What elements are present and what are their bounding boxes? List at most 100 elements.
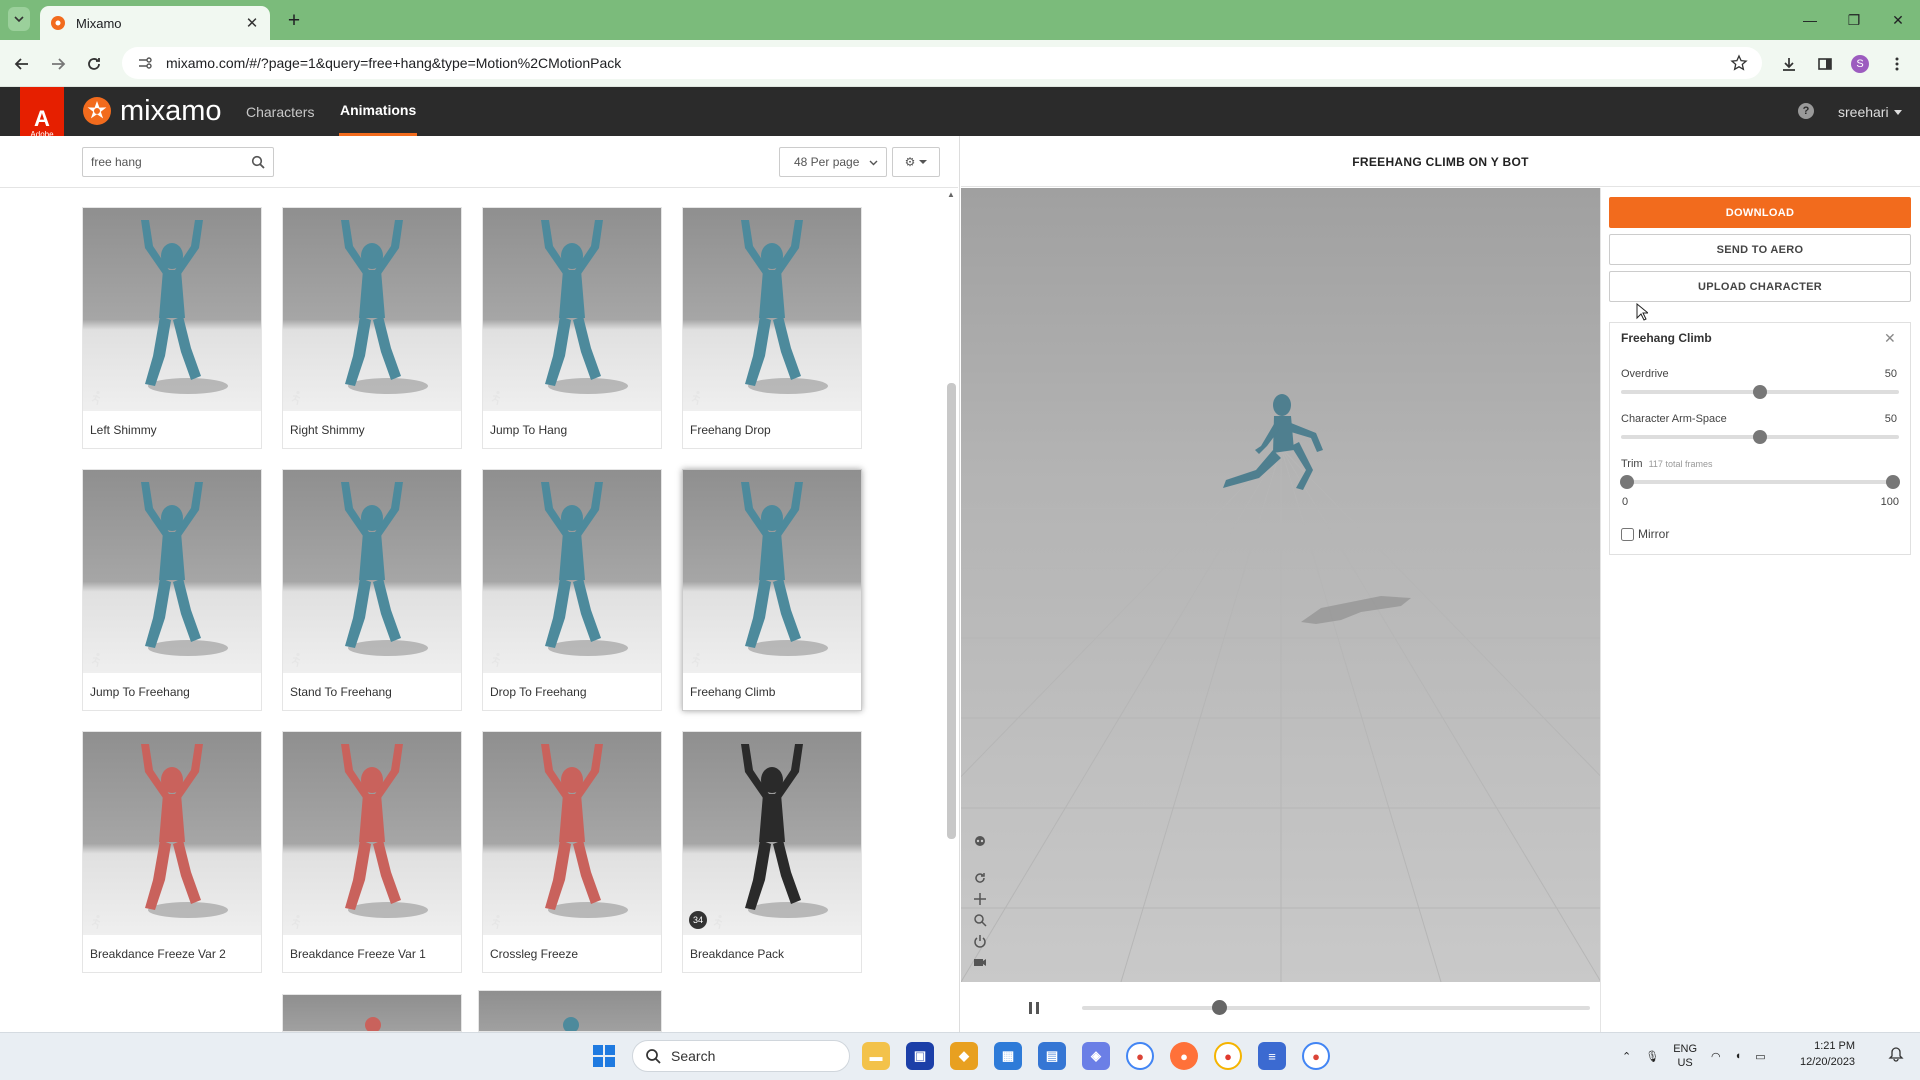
animation-card[interactable]: Freehang Drop <box>682 207 862 449</box>
copilot-icon[interactable]: ◈ <box>1082 1042 1110 1070</box>
firefox-icon[interactable]: ● <box>1170 1042 1198 1070</box>
reload-button[interactable] <box>80 50 108 78</box>
profile-avatar[interactable]: S <box>1851 55 1869 73</box>
trim-start-thumb[interactable] <box>1620 475 1634 489</box>
animation-thumbnail[interactable] <box>483 732 661 935</box>
close-window-icon[interactable]: ✕ <box>1876 0 1920 40</box>
armspace-slider-thumb[interactable] <box>1753 430 1767 444</box>
trim-range-slider[interactable] <box>1620 475 1900 489</box>
help-icon[interactable]: ? <box>1798 103 1814 119</box>
armspace-slider[interactable] <box>1621 430 1899 444</box>
scrollbar-thumb[interactable] <box>947 383 956 839</box>
pan-icon[interactable] <box>972 891 988 907</box>
animation-card[interactable]: Jump To Freehang <box>82 469 262 711</box>
animation-card[interactable]: Right Shimmy <box>282 207 462 449</box>
animation-thumbnail[interactable] <box>283 208 461 411</box>
address-bar[interactable]: mixamo.com/#/?page=1&query=free+hang&typ… <box>122 47 1762 79</box>
file-explorer-icon[interactable]: ▬ <box>862 1042 890 1070</box>
animation-thumbnail[interactable] <box>83 732 261 935</box>
reset-view-icon[interactable] <box>972 933 988 949</box>
notification-bell-icon[interactable] <box>1888 1046 1904 1062</box>
animation-card[interactable]: Left Shimmy <box>82 207 262 449</box>
animation-label: Crossleg Freeze <box>490 946 579 961</box>
animation-card[interactable]: Jump To Hang <box>482 207 662 449</box>
animation-thumbnail[interactable] <box>683 470 861 673</box>
user-menu[interactable]: sreehari <box>1838 87 1903 136</box>
per-page-select[interactable]: 48 Per page <box>779 147 887 177</box>
tool-spacer <box>972 855 988 865</box>
nav-animations[interactable]: Animations <box>339 87 418 136</box>
timeline-track[interactable] <box>1082 1006 1590 1010</box>
close-icon[interactable]: ✕ <box>1884 331 1898 345</box>
rotate-icon[interactable] <box>972 870 988 886</box>
taskbar-search[interactable]: Search <box>632 1040 850 1072</box>
download-button[interactable]: DOWNLOAD <box>1609 197 1911 228</box>
browser-menu-button[interactable] <box>1883 50 1911 78</box>
nav-characters[interactable]: Characters <box>246 87 314 136</box>
mirror-checkbox[interactable] <box>1621 527 1634 541</box>
wifi-icon[interactable]: ◠ <box>1711 1050 1721 1063</box>
animation-thumbnail[interactable] <box>483 208 661 411</box>
forward-button[interactable] <box>44 50 72 78</box>
volume-icon[interactable]: ◖ <box>1735 1050 1742 1062</box>
animation-thumbnail[interactable] <box>283 470 461 673</box>
animation-card[interactable]: Crossleg Freeze <box>482 731 662 973</box>
animation-card[interactable]: Drop To Freehang <box>482 469 662 711</box>
chrome-icon[interactable]: ● <box>1126 1042 1154 1070</box>
new-tab-button[interactable]: + <box>282 9 306 33</box>
restore-icon[interactable]: ❐ <box>1832 0 1876 40</box>
battery-icon[interactable]: ▭ <box>1755 1050 1765 1063</box>
animation-card[interactable]: Breakdance Freeze Var 1 <box>282 731 462 973</box>
skeleton-icon[interactable] <box>972 834 988 850</box>
minimize-icon[interactable]: — <box>1788 0 1832 40</box>
notepad-icon[interactable]: ≡ <box>1258 1042 1286 1070</box>
store-app-icon[interactable]: ▣ <box>906 1042 934 1070</box>
tab-search-button[interactable] <box>8 7 30 31</box>
arrow-left-icon <box>14 58 28 70</box>
send-to-aero-button[interactable]: SEND TO AERO <box>1609 234 1911 265</box>
settings-dropdown-button[interactable]: ⚙ <box>892 147 940 177</box>
animation-card[interactable]: 34 Breakdance Pack <box>682 731 862 973</box>
store-icon[interactable]: ▤ <box>1038 1042 1066 1070</box>
play-pause-button[interactable] <box>1024 999 1044 1017</box>
search-input[interactable] <box>91 155 251 169</box>
trim-end-thumb[interactable] <box>1886 475 1900 489</box>
search-box[interactable] <box>82 147 274 177</box>
windows-start-icon[interactable] <box>592 1044 616 1068</box>
animation-card[interactable]: Stand To Freehang <box>282 469 462 711</box>
overdrive-slider[interactable] <box>1621 385 1899 399</box>
camera-icon[interactable] <box>972 954 988 970</box>
side-panel-button[interactable] <box>1811 50 1839 78</box>
animation-thumbnail[interactable] <box>483 470 661 673</box>
partial-card-thumbnail[interactable] <box>478 990 662 1032</box>
animation-thumbnail[interactable] <box>283 732 461 935</box>
overdrive-slider-thumb[interactable] <box>1753 385 1767 399</box>
upload-character-button[interactable]: UPLOAD CHARACTER <box>1609 271 1911 302</box>
3d-viewport[interactable] <box>961 188 1600 982</box>
animation-card[interactable]: Breakdance Freeze Var 2 <box>82 731 262 973</box>
partial-card-thumbnail[interactable] <box>282 994 462 1032</box>
chevron-up-icon[interactable]: ⌃ <box>1622 1050 1631 1063</box>
scroll-up-icon[interactable]: ▲ <box>946 190 956 200</box>
chrome-active-icon[interactable]: ● <box>1302 1042 1330 1070</box>
close-tab-icon[interactable]: ✕ <box>244 15 260 32</box>
animation-thumbnail[interactable]: 34 <box>683 732 861 935</box>
downloads-button[interactable] <box>1775 50 1803 78</box>
browser-tab[interactable]: Mixamo ✕ <box>40 6 270 40</box>
animation-card[interactable]: Freehang Climb <box>682 469 862 711</box>
microphone-icon[interactable]: 🎙︎ <box>1645 1050 1659 1063</box>
mirror-option[interactable]: Mirror <box>1621 527 1669 541</box>
back-button[interactable] <box>8 50 36 78</box>
clock[interactable]: 1:21 PM 12/20/2023 <box>1800 1038 1855 1070</box>
photos-app-icon[interactable]: ▦ <box>994 1042 1022 1070</box>
language-indicator[interactable]: ENG US <box>1673 1042 1697 1070</box>
zoom-icon[interactable] <box>972 912 988 928</box>
mixamo-brand[interactable]: mixamo <box>82 95 222 127</box>
animation-thumbnail[interactable] <box>83 208 261 411</box>
animation-thumbnail[interactable] <box>683 208 861 411</box>
app-icon[interactable]: ◆ <box>950 1042 978 1070</box>
search-icon[interactable] <box>251 155 265 169</box>
animation-thumbnail[interactable] <box>83 470 261 673</box>
bookmark-star-icon[interactable] <box>1730 54 1748 72</box>
chrome-canary-icon[interactable]: ● <box>1214 1042 1242 1070</box>
